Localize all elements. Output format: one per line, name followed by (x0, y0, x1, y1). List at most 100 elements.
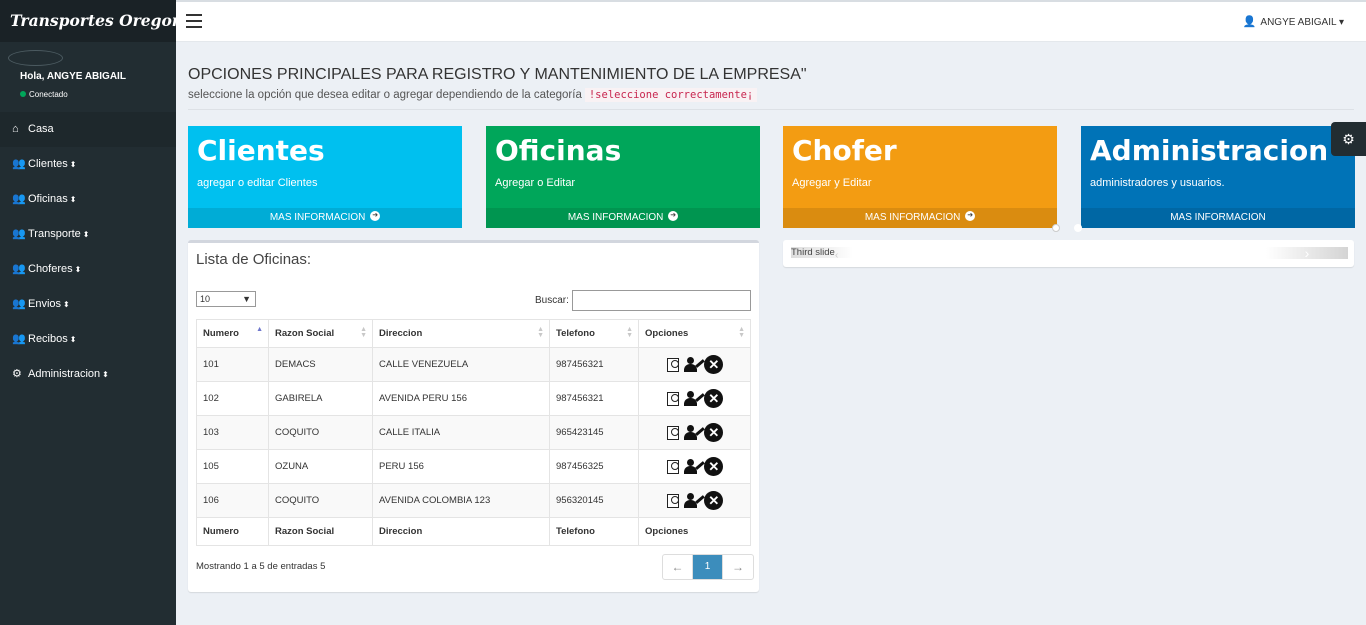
view-icon[interactable] (666, 493, 682, 509)
view-icon[interactable] (666, 391, 682, 407)
small-box-title: Administracion (1090, 134, 1329, 167)
col-header-telefono[interactable]: Telefono ▲ ▼ (549, 319, 639, 348)
sidebar-item-clientes[interactable]: 👥 Clientes ⬍ (0, 147, 176, 182)
col-footer-opciones: Opciones (638, 517, 751, 546)
view-icon[interactable] (666, 425, 682, 441)
more-info-link[interactable]: MAS INFORMACION (1081, 208, 1355, 228)
sort-icon: ▲ ▼ (360, 326, 367, 339)
user-panel: Hola, ANGYE ABIGAIL Conectado (0, 42, 176, 112)
edit-user-icon[interactable] (684, 492, 706, 509)
content-wrapper: OPCIONES PRINCIPALES PARA REGISTRO Y MAN… (176, 42, 1366, 625)
cell-razon-social: GABIRELA (268, 381, 373, 416)
cell-telefono: 987456321 (549, 381, 639, 416)
sidebar-item-choferes[interactable]: 👥 Choferes ⬍ (0, 252, 176, 287)
cell-opciones: ✕ (638, 483, 751, 518)
avatar (8, 50, 63, 66)
delete-icon[interactable]: ✕ (704, 457, 724, 476)
delete-icon[interactable]: ✕ (704, 491, 724, 510)
box-title: Lista de Oficinas: (196, 251, 312, 268)
delete-icon[interactable]: ✕ (704, 355, 724, 374)
sort-icon: ▲ ▼ (537, 326, 544, 339)
users-icon: 👥 (12, 298, 26, 310)
search-input[interactable] (572, 290, 751, 311)
carousel-indicator[interactable] (1074, 224, 1082, 232)
sidebar-item-recibos[interactable]: 👥 Recibos ⬍ (0, 322, 176, 357)
cell-opciones: ✕ (638, 415, 751, 450)
user-status: Conectado (20, 90, 68, 99)
sidebar-item-label: Envios (28, 298, 62, 310)
table-row: 105 OZUNA PERU 156 987456325 ✕ (196, 449, 751, 484)
sidebar-item-administracion[interactable]: ⚙ Administracion ⬍ (0, 357, 176, 392)
page-title: OPCIONES PRINCIPALES PARA REGISTRO Y MAN… (188, 66, 807, 83)
more-info-label: MAS INFORMACION (1170, 212, 1266, 223)
col-footer-numero: Numero (196, 517, 269, 546)
cell-telefono: 987456325 (549, 449, 639, 484)
entries-length-select[interactable]: 10 ▼ (196, 291, 256, 307)
edit-user-icon[interactable] (684, 356, 706, 373)
small-box-text: Agregar o Editar (495, 177, 576, 189)
sidebar: Transportes Oregon S.A. Hola, ANGYE ABIG… (0, 0, 176, 625)
col-header-label: Direccion (379, 328, 423, 339)
sidebar-item-envios[interactable]: 👥 Envios ⬍ (0, 287, 176, 322)
cell-numero: 106 (196, 483, 269, 518)
col-header-numero[interactable]: Numero ▲ (196, 319, 269, 348)
carousel-next-icon[interactable]: › (1266, 246, 1348, 260)
prev-page-button[interactable]: ← (663, 555, 693, 579)
length-value: 10 (200, 294, 211, 304)
user-menu[interactable]: 👤 ANGYE ABIGAIL ▾ (1243, 15, 1344, 28)
col-header-label: Numero (203, 328, 239, 339)
table-row: 102 GABIRELA AVENIDA PERU 156 987456321 … (196, 381, 751, 416)
delete-icon[interactable]: ✕ (704, 423, 724, 442)
sidebar-item-casa[interactable]: ⌂ Casa (0, 112, 176, 147)
cell-direccion: CALLE ITALIA (372, 415, 550, 450)
sidebar-item-label: Clientes (28, 158, 68, 170)
pagination: ← 1 → (662, 554, 754, 580)
arrow-circle-right-icon: ➜ (668, 211, 679, 222)
divider (188, 109, 1354, 110)
cell-razon-social: COQUITO (268, 483, 373, 518)
edit-user-icon[interactable] (684, 390, 706, 407)
carousel-prev-icon[interactable]: ‹ (835, 250, 838, 261)
col-header-opciones[interactable]: Opciones ▲ ▼ (638, 319, 751, 348)
table-info: Mostrando 1 a 5 de entradas 5 (196, 561, 326, 572)
cell-razon-social: OZUNA (268, 449, 373, 484)
page-subtitle: seleccione la opción que desea editar o … (188, 88, 758, 102)
cell-direccion: AVENIDA COLOMBIA 123 (372, 483, 550, 518)
top-navbar: 👤 ANGYE ABIGAIL ▾ (176, 0, 1366, 42)
more-info-link[interactable]: MAS INFORMACION ➜ (783, 208, 1057, 228)
more-info-link[interactable]: MAS INFORMACION ➜ (188, 208, 462, 228)
page-1-button[interactable]: 1 (693, 555, 723, 579)
edit-user-icon[interactable] (684, 458, 706, 475)
sidebar-item-label: Recibos (28, 333, 68, 345)
cell-opciones: ✕ (638, 347, 751, 382)
dropdown-arrow-icon: ▼ (242, 294, 251, 304)
cell-telefono: 987456321 (549, 347, 639, 382)
menu-toggle-icon[interactable] (186, 14, 202, 28)
sidebar-item-transporte[interactable]: 👥 Transporte ⬍ (0, 217, 176, 252)
col-header-razon-social[interactable]: Razon Social ▲ ▼ (268, 319, 373, 348)
sidebar-item-oficinas[interactable]: 👥 Oficinas ⬍ (0, 182, 176, 217)
cell-numero: 103 (196, 415, 269, 450)
small-box-title: Clientes (197, 134, 325, 167)
user-greeting: Hola, ANGYE ABIGAIL (20, 71, 126, 82)
delete-icon[interactable]: ✕ (704, 389, 724, 408)
control-sidebar-gear-icon[interactable]: ⚙ (1331, 122, 1366, 156)
small-box-chofer: Chofer Agregar y Editar MAS INFORMACION … (783, 126, 1057, 228)
sort-icon: ▲ ▼ (626, 326, 633, 339)
status-label: Conectado (29, 90, 68, 99)
caret-down-icon: ▾ (1338, 17, 1344, 28)
cell-direccion: CALLE VENEZUELA (372, 347, 550, 382)
col-header-direccion[interactable]: Direccion ▲ ▼ (372, 319, 550, 348)
view-icon[interactable] (666, 459, 682, 475)
edit-user-icon[interactable] (684, 424, 706, 441)
view-icon[interactable] (666, 357, 682, 373)
users-icon: 👥 (12, 193, 26, 205)
brand-logo[interactable]: Transportes Oregon S.A. (0, 0, 176, 42)
carousel-indicator[interactable] (1052, 224, 1060, 232)
search-label: Buscar: (535, 295, 569, 306)
cell-direccion: AVENIDA PERU 156 (372, 381, 550, 416)
next-page-button[interactable]: → (723, 555, 753, 579)
sort-caret-icon: ⬍ (82, 230, 90, 239)
more-info-link[interactable]: MAS INFORMACION ➜ (486, 208, 760, 228)
users-icon: 👥 (12, 263, 26, 275)
